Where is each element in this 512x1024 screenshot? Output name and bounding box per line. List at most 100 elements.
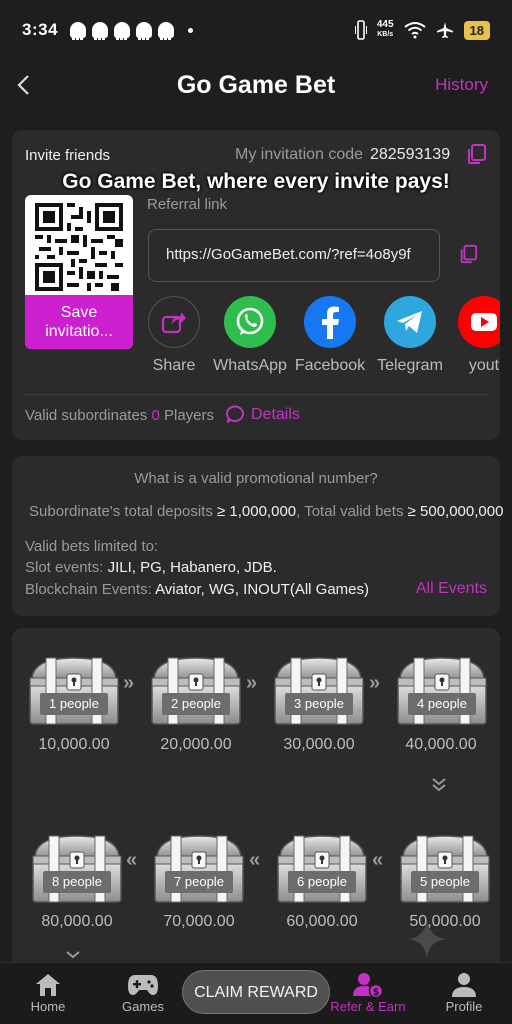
youtube-icon	[458, 296, 500, 348]
promo-conditions: Subordinate's total deposits ≥ 1,000,000…	[29, 503, 504, 520]
snapchat-icon	[136, 22, 153, 40]
share-label: Share	[152, 357, 196, 374]
claim-reward-button[interactable]: CLAIM REWARD	[182, 970, 330, 1014]
net-speed-value: 445	[376, 19, 394, 30]
arrow-right-icon: »	[123, 672, 135, 694]
nav-profile[interactable]: Profile	[416, 971, 512, 1014]
share-option-youtube[interactable]: yout	[444, 296, 500, 375]
chest-people-label: 4 people	[408, 693, 476, 715]
blockchain-events: Blockchain Events: Aviator, WG, INOUT(Al…	[25, 581, 369, 598]
sparkle-icon	[408, 920, 446, 958]
nav-profile-label: Profile	[445, 999, 483, 1014]
wifi-icon	[403, 22, 426, 39]
arrow-left-icon: «	[249, 849, 261, 871]
chest-people-label: 1 people	[40, 693, 108, 715]
all-events-link[interactable]: All Events	[416, 580, 487, 598]
arrow-down-icon	[66, 951, 80, 959]
chest-people-label: 8 people	[43, 871, 111, 893]
arrow-right-icon: »	[246, 672, 258, 694]
status-time: 3:34	[22, 20, 59, 39]
promo-question: What is a valid promotional number?	[134, 470, 378, 487]
valid-subordinates-count: 0	[151, 407, 160, 424]
telegram-icon	[384, 296, 436, 348]
notification-icons	[70, 22, 194, 40]
reward-chest[interactable]: 3 people	[271, 650, 367, 726]
chest-people-label: 2 people	[162, 693, 230, 715]
blockchain-events-value: Aviator, WG, INOUT(All Games)	[155, 581, 369, 598]
share-option-whatsapp[interactable]: WhatsApp	[210, 296, 290, 375]
valid-subordinates-unit: Players	[164, 407, 215, 424]
deposit-label: Subordinate's total deposits	[29, 503, 213, 520]
reward-chest[interactable]: 1 people	[26, 650, 122, 726]
divider	[24, 394, 488, 395]
reward-chest[interactable]: 2 people	[148, 650, 244, 726]
vibrate-icon	[354, 20, 367, 40]
chevron-left-icon	[17, 75, 29, 95]
share-option-facebook[interactable]: Facebook	[290, 296, 370, 375]
copy-code-icon[interactable]	[465, 143, 487, 165]
svg-text:$: $	[373, 987, 380, 998]
arrow-left-icon: «	[372, 849, 384, 871]
reward-chest[interactable]: 8 people	[29, 828, 125, 904]
share-icon	[148, 296, 200, 348]
bets-value: ≥ 500,000,000	[407, 503, 504, 520]
nav-refer-label: Refer & Earn	[330, 999, 406, 1014]
details-link[interactable]: Details	[226, 405, 300, 424]
whatsapp-label: WhatsApp	[213, 357, 287, 374]
invitation-code-value: 282593139	[370, 146, 451, 163]
details-label: Details	[251, 405, 300, 423]
whatsapp-icon	[224, 296, 276, 348]
invite-card: Invite friends My invitation code 282593…	[12, 130, 500, 440]
reward-amount: 80,000.00	[41, 913, 113, 930]
valid-subordinates: Valid subordinates 0 Players	[25, 407, 214, 424]
slot-events: Slot events: JILI, PG, Habanero, JDB.	[25, 559, 277, 576]
net-speed-unit: KB/s	[377, 31, 394, 38]
refer-earn-icon: $	[353, 973, 383, 998]
facebook-label: Facebook	[294, 357, 366, 374]
chest-people-label: 6 people	[288, 871, 356, 893]
share-option-telegram[interactable]: Telegram	[370, 296, 450, 375]
save-invitation-button[interactable]: Save invitatio...	[25, 295, 133, 349]
snapchat-icon	[114, 22, 131, 40]
reward-amount: 40,000.00	[405, 736, 477, 753]
chest-people-label: 3 people	[285, 693, 353, 715]
referral-link-label: Referral link	[147, 196, 228, 213]
reward-chest[interactable]: 5 people	[397, 828, 493, 904]
deposit-value: ≥ 1,000,000	[217, 503, 297, 520]
nav-home-label: Home	[30, 999, 66, 1014]
back-button[interactable]	[8, 70, 38, 100]
qr-code-panel: Save invitatio...	[25, 195, 133, 349]
battery-indicator: 18	[463, 20, 490, 40]
reward-chest[interactable]: 7 people	[151, 828, 247, 904]
snapchat-icon	[70, 22, 87, 40]
gamepad-icon	[128, 975, 158, 995]
referral-link-field[interactable]: https://GoGameBet.com/?ref=4o8y9f	[148, 229, 440, 282]
reward-chest[interactable]: 6 people	[274, 828, 370, 904]
app-header: Go Game Bet History	[0, 60, 512, 110]
qr-code-image	[35, 203, 123, 291]
share-options: Share WhatsApp Facebook Telegram yout	[148, 296, 500, 380]
blockchain-events-label: Blockchain Events:	[25, 581, 152, 598]
promo-rules-card: What is a valid promotional number? Subo…	[12, 456, 504, 616]
nav-refer-earn[interactable]: $ Refer & Earn	[320, 971, 416, 1014]
network-speed: 445 KB/s	[377, 20, 394, 40]
airplane-icon	[436, 22, 453, 38]
reward-amount: 60,000.00	[286, 913, 358, 930]
share-option-share[interactable]: Share	[148, 296, 214, 375]
more-notifications-dot	[188, 27, 194, 33]
arrow-left-icon: «	[126, 849, 138, 871]
arrow-down-icon	[432, 778, 446, 792]
facebook-icon	[304, 296, 356, 348]
copy-link-icon[interactable]	[458, 244, 478, 264]
limited-label: Valid bets limited to:	[25, 538, 159, 555]
bets-label: Total valid bets	[304, 503, 404, 520]
chest-people-label: 7 people	[165, 871, 233, 893]
status-bar: 3:34 445 KB/s 18	[0, 0, 512, 60]
history-link[interactable]: History	[435, 75, 488, 95]
nav-home[interactable]: Home	[0, 971, 96, 1014]
youtube-label: yout	[468, 357, 500, 374]
reward-amount: 20,000.00	[160, 736, 232, 753]
reward-chest[interactable]: 4 people	[394, 650, 490, 726]
rewards-card: 1 people 2 people 3 people 4 people » » …	[12, 628, 500, 968]
nav-games[interactable]: Games	[95, 971, 191, 1014]
